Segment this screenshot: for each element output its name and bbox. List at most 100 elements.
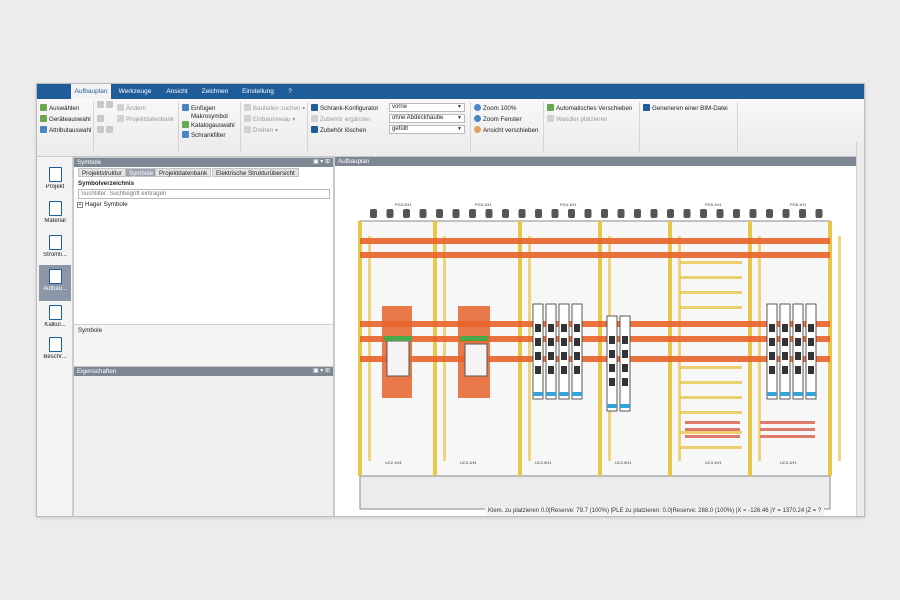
top-connector xyxy=(766,209,773,218)
schrankfilter-button[interactable]: Schrankfilter xyxy=(182,131,225,140)
sidebar-item-material[interactable]: Material xyxy=(39,197,71,233)
panel-controls: ▣ ▾ ⊞ xyxy=(313,158,330,167)
properties-panel-title: Eigenschaften xyxy=(77,368,117,375)
symbol-search-input[interactable] xyxy=(78,189,330,199)
projektdatenbank-button[interactable]: Projektdatenbank xyxy=(117,115,174,124)
column-label-bottom: UC3.1H1 xyxy=(780,460,797,465)
chevron-down-icon: ▼ xyxy=(457,115,462,121)
view-side-select[interactable]: vorne ▼ xyxy=(389,103,465,112)
sidebar-item-kalkulation[interactable]: Kalkul... xyxy=(39,301,71,337)
fuse-marker xyxy=(780,392,790,396)
fuse-switch xyxy=(545,303,557,400)
ribbon-separator xyxy=(639,102,640,152)
tab-werkzeuge[interactable]: Werkzeuge xyxy=(115,84,155,99)
tab-help[interactable]: ? xyxy=(283,84,297,99)
navigation-sidebar: Projekt Material Stromli... Aufbau... Ka… xyxy=(37,157,73,516)
tree-item-label: Hager Symbole xyxy=(85,201,128,208)
fuse-cartridge xyxy=(561,338,567,346)
tab-symbole[interactable]: Symbole xyxy=(125,168,158,177)
einfuegen-label: Einfügen xyxy=(191,105,216,112)
tab-zeichnen[interactable]: Zeichnen xyxy=(197,84,233,99)
cut-icon[interactable] xyxy=(97,101,104,108)
shelf-rail xyxy=(680,446,742,449)
geraeteauswahl-button[interactable]: Geräteauswahl xyxy=(40,115,91,124)
fuse-switch xyxy=(532,303,544,400)
expand-plus-icon[interactable]: + xyxy=(77,202,83,208)
close-icon[interactable]: ⊞ xyxy=(325,368,330,374)
ribbon-separator xyxy=(93,102,94,152)
restore-icon[interactable]: ▣ xyxy=(313,368,319,374)
restore-icon[interactable]: ▣ xyxy=(313,159,319,165)
einbauniveau-button[interactable]: Einbauniveau ▾ xyxy=(244,115,295,124)
fuse-cartridge xyxy=(782,352,788,360)
bim-generieren-label: Generieren einer BIM-Datei xyxy=(652,105,728,112)
fuse-cartridge xyxy=(782,338,788,346)
katalogauswahl-button[interactable]: Katalogauswahl xyxy=(182,121,235,130)
fuse-cartridge xyxy=(808,338,814,346)
database-icon xyxy=(117,115,124,122)
close-icon[interactable]: ⊞ xyxy=(325,159,330,165)
paste-icon[interactable] xyxy=(97,115,104,122)
makrosymbol-label: Makrosymbol xyxy=(191,113,228,120)
fuse-cartridge xyxy=(795,366,801,374)
fuse-switch xyxy=(805,303,817,400)
zubehoer-loeschen-button[interactable]: Zubehör löschen xyxy=(311,126,366,135)
undo-icon[interactable] xyxy=(97,126,104,133)
automatisches-verschieben-button[interactable]: Automatisches Verschieben xyxy=(547,104,632,113)
pin-icon[interactable]: ▾ xyxy=(320,368,323,374)
schrank-konfigurator-button[interactable]: Schrank-Konfigurator xyxy=(311,104,378,113)
tab-projektdatenbank[interactable]: Projektdatenbank xyxy=(155,168,212,177)
cover-select[interactable]: ohne Abdeckhaube ▼ xyxy=(389,114,465,123)
sidebar-item-label: Beschr... xyxy=(43,354,67,360)
pin-icon[interactable]: ▾ xyxy=(320,159,323,165)
cabinet-layout-drawing[interactable]: PG3.2H1 PG3.1H1 PG4.1H1 PG5.1H1 PG6.1H1 UC2.1… xyxy=(335,166,857,517)
zubehoer-ergaenzen-button[interactable]: Zubehör ergänzen xyxy=(311,115,371,124)
layout-drawing-area[interactable]: Aufbauplan PG3.2H1 PG3.1H1 PG4.1H1 PG5.1… xyxy=(334,157,857,517)
aendern-button[interactable]: Ändern xyxy=(117,104,146,113)
top-connector xyxy=(535,209,542,218)
right-dock-strip[interactable] xyxy=(856,142,864,516)
zoom-fenster-button[interactable]: Zoom Fenster xyxy=(474,115,522,124)
copy-icon[interactable] xyxy=(106,101,113,108)
fuse-switch xyxy=(766,303,778,400)
fuse-marker xyxy=(559,392,569,396)
view-side-value: vorne xyxy=(392,104,408,110)
field-1-breaker[interactable] xyxy=(382,306,412,398)
auswaehlen-button[interactable]: Auswählen xyxy=(40,104,79,113)
fill-select[interactable]: gefüllt ▼ xyxy=(389,125,465,134)
tab-einstellung[interactable]: Einstellung xyxy=(237,84,279,99)
cabinet-upright xyxy=(368,236,371,461)
bim-generieren-button[interactable]: Generieren einer BIM-Datei xyxy=(643,104,728,113)
cable-tray xyxy=(685,435,740,438)
tab-elektrische-strukturuebersicht[interactable]: Elektrische Strukturübersicht xyxy=(212,168,299,177)
field-2-breaker[interactable] xyxy=(458,306,490,398)
filter-icon xyxy=(182,131,189,138)
wandler-platzieren-button[interactable]: Wandler platzieren xyxy=(547,115,607,124)
bauteilen-suchen-button[interactable]: Bauteilen suchen ▾ xyxy=(244,104,305,113)
drehen-button[interactable]: Drehen ▾ xyxy=(244,126,278,135)
symbolverzeichnis-label: Symbolverzeichnis xyxy=(78,180,135,187)
fuse-switch xyxy=(792,303,804,400)
sidebar-item-stromlaufplan[interactable]: Stromli... xyxy=(39,231,71,267)
shelf-rail xyxy=(680,261,742,264)
sidebar-item-aufbauplan[interactable]: Aufbau... xyxy=(39,265,71,301)
paste-tools xyxy=(97,115,106,124)
transformer-icon xyxy=(547,115,554,122)
zoom-100-button[interactable]: Zoom 100% xyxy=(474,104,516,113)
redo-icon[interactable] xyxy=(106,126,113,133)
edit-icon xyxy=(117,104,124,111)
fuse-cartridge xyxy=(609,350,615,358)
fuse-cartridge xyxy=(609,364,615,372)
fuse-cartridge xyxy=(769,324,775,332)
tab-ansicht[interactable]: Ansicht xyxy=(159,84,195,99)
tab-aufbauplan[interactable]: Aufbauplan xyxy=(71,84,111,99)
attributauswahl-button[interactable]: Attributauswahl xyxy=(40,126,91,135)
column-label-bottom: UC3.1H4 xyxy=(460,460,477,465)
fuse-marker xyxy=(533,392,543,396)
tree-item-hager-symbole[interactable]: + Hager Symbole xyxy=(77,201,128,208)
tab-projektstruktur[interactable]: Projektstruktur xyxy=(78,168,126,177)
sidebar-item-beschriftung[interactable]: Beschr... xyxy=(39,333,71,369)
circuit-diagram-icon xyxy=(48,235,62,250)
sidebar-item-projekt[interactable]: Projekt xyxy=(39,163,71,199)
ansicht-verschieben-button[interactable]: Ansicht verschieben xyxy=(474,126,538,135)
